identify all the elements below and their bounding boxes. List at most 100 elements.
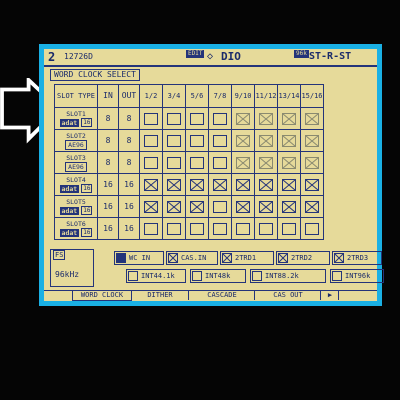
clock-checkbox[interactable]	[213, 156, 227, 169]
clock-cell[interactable]	[162, 217, 186, 240]
clock-cell[interactable]	[208, 151, 232, 174]
slot-cell[interactable]: SLOT1 adat 16	[54, 107, 98, 130]
clock-checkbox[interactable]	[190, 112, 204, 125]
clock-cell[interactable]	[254, 195, 278, 218]
clock-cell[interactable]	[254, 151, 278, 174]
clock-cell[interactable]	[208, 173, 232, 196]
clock-cell[interactable]	[277, 195, 301, 218]
clock-cell[interactable]	[208, 217, 232, 240]
clock-cell[interactable]	[231, 151, 255, 174]
clock-checkbox[interactable]	[305, 156, 319, 169]
clock-checkbox[interactable]	[213, 134, 227, 147]
clock-cell[interactable]	[231, 107, 255, 130]
clock-cell[interactable]	[254, 217, 278, 240]
clock-checkbox[interactable]	[190, 222, 204, 235]
clock-cell[interactable]	[139, 129, 163, 152]
clock-checkbox[interactable]	[144, 134, 158, 147]
clock-checkbox[interactable]	[305, 112, 319, 125]
clock-checkbox[interactable]	[213, 200, 227, 213]
tab-cascade[interactable]: CASCADE	[190, 291, 255, 300]
clock-checkbox[interactable]	[144, 178, 158, 191]
clock-cell[interactable]	[162, 107, 186, 130]
clock-checkbox[interactable]	[259, 200, 273, 213]
clock-cell[interactable]	[185, 217, 209, 240]
tab-dither[interactable]: DITHER	[132, 291, 189, 300]
clock-cell[interactable]	[185, 195, 209, 218]
clock-cell[interactable]	[139, 217, 163, 240]
clock-source-button[interactable]: CAS.IN	[166, 251, 218, 265]
clock-checkbox[interactable]	[144, 222, 158, 235]
clock-source-button[interactable]: 2TRD1	[220, 251, 274, 265]
clock-cell[interactable]	[300, 217, 324, 240]
clock-cell[interactable]	[185, 129, 209, 152]
clock-checkbox[interactable]	[259, 156, 273, 169]
clock-checkbox[interactable]	[282, 178, 296, 191]
clock-checkbox[interactable]	[259, 112, 273, 125]
clock-cell[interactable]	[162, 129, 186, 152]
clock-checkbox[interactable]	[305, 200, 319, 213]
clock-cell[interactable]	[254, 129, 278, 152]
tab-next[interactable]: ▶	[322, 291, 339, 300]
clock-checkbox[interactable]	[236, 134, 250, 147]
clock-source-button[interactable]: INT88.2k	[250, 269, 326, 283]
slot-cell[interactable]: SLOT6 adat 16	[54, 217, 98, 240]
clock-checkbox[interactable]	[167, 112, 181, 125]
clock-checkbox[interactable]	[305, 134, 319, 147]
clock-checkbox[interactable]	[190, 200, 204, 213]
clock-checkbox[interactable]	[259, 134, 273, 147]
clock-cell[interactable]	[162, 195, 186, 218]
clock-checkbox[interactable]	[144, 112, 158, 125]
clock-cell[interactable]	[162, 151, 186, 174]
clock-checkbox[interactable]	[213, 222, 227, 235]
clock-cell[interactable]	[139, 151, 163, 174]
clock-checkbox[interactable]	[282, 222, 296, 235]
clock-cell[interactable]	[231, 195, 255, 218]
clock-checkbox[interactable]	[236, 112, 250, 125]
clock-source-button[interactable]: INT44.1k	[126, 269, 186, 283]
clock-cell[interactable]	[300, 195, 324, 218]
clock-checkbox[interactable]	[282, 156, 296, 169]
clock-cell[interactable]	[185, 107, 209, 130]
clock-cell[interactable]	[162, 173, 186, 196]
clock-cell[interactable]	[139, 195, 163, 218]
clock-cell[interactable]	[208, 129, 232, 152]
tab-word-clock[interactable]: WORD CLOCK	[72, 291, 132, 301]
clock-checkbox[interactable]	[213, 112, 227, 125]
clock-checkbox[interactable]	[236, 156, 250, 169]
clock-checkbox[interactable]	[282, 134, 296, 147]
clock-cell[interactable]	[139, 107, 163, 130]
clock-checkbox[interactable]	[236, 178, 250, 191]
clock-checkbox[interactable]	[282, 200, 296, 213]
clock-checkbox[interactable]	[190, 156, 204, 169]
clock-cell[interactable]	[300, 129, 324, 152]
clock-cell[interactable]	[300, 173, 324, 196]
clock-source-button[interactable]: 2TRD3	[332, 251, 382, 265]
clock-cell[interactable]	[277, 107, 301, 130]
clock-cell[interactable]	[231, 129, 255, 152]
clock-checkbox[interactable]	[305, 178, 319, 191]
clock-cell[interactable]	[254, 173, 278, 196]
clock-cell[interactable]	[277, 173, 301, 196]
clock-checkbox[interactable]	[167, 200, 181, 213]
clock-checkbox[interactable]	[259, 178, 273, 191]
clock-cell[interactable]	[277, 129, 301, 152]
clock-checkbox[interactable]	[167, 178, 181, 191]
clock-checkbox[interactable]	[144, 156, 158, 169]
tab-cas-out[interactable]: CAS OUT	[256, 291, 321, 300]
clock-source-button[interactable]: INT48k	[190, 269, 246, 283]
clock-cell[interactable]	[300, 107, 324, 130]
clock-cell[interactable]	[277, 151, 301, 174]
clock-checkbox[interactable]	[190, 134, 204, 147]
clock-checkbox[interactable]	[236, 200, 250, 213]
slot-cell[interactable]: SLOT4 adat 16	[54, 173, 98, 196]
clock-checkbox[interactable]	[259, 222, 273, 235]
clock-checkbox[interactable]	[282, 112, 296, 125]
clock-checkbox[interactable]	[213, 178, 227, 191]
clock-checkbox[interactable]	[167, 156, 181, 169]
clock-cell[interactable]	[185, 151, 209, 174]
clock-checkbox[interactable]	[167, 222, 181, 235]
clock-source-button[interactable]: 2TRD2	[276, 251, 330, 265]
slot-cell[interactable]: SLOT5 adat 16	[54, 195, 98, 218]
clock-cell[interactable]	[277, 217, 301, 240]
clock-checkbox[interactable]	[305, 222, 319, 235]
